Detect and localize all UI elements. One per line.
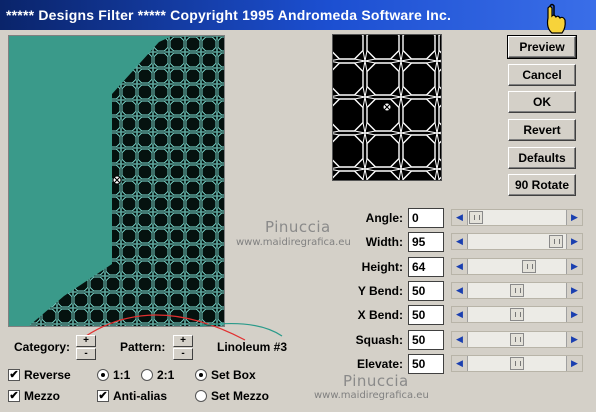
width-slider[interactable]: ◀ ▶ [451, 233, 583, 250]
antialias-checkbox[interactable]: ✔ [97, 390, 109, 402]
rotate-90-button[interactable]: 90 Rotate [508, 174, 576, 196]
category-plus-button[interactable]: + [76, 335, 96, 347]
window-title: ***** Designs Filter ***** Copyright 199… [6, 7, 452, 23]
arrow-left-icon[interactable]: ◀ [452, 332, 468, 347]
arrow-left-icon[interactable]: ◀ [452, 356, 468, 371]
arrow-left-icon[interactable]: ◀ [452, 307, 468, 322]
antialias-label: Anti-alias [113, 389, 168, 403]
y-bend-label: Y Bend: [357, 284, 403, 298]
x-bend-slider[interactable]: ◀ ▶ [451, 306, 583, 323]
defaults-button[interactable]: Defaults [508, 147, 576, 169]
reverse-label: Reverse [24, 368, 71, 382]
mezzo-label: Mezzo [24, 389, 60, 403]
slider-thumb[interactable] [510, 333, 524, 346]
arrow-right-icon[interactable]: ▶ [566, 234, 582, 249]
arrow-left-icon[interactable]: ◀ [452, 234, 468, 249]
ratio-2-1-radio[interactable] [141, 369, 153, 381]
pattern-thumbnail [332, 34, 442, 181]
height-input[interactable]: 64 [408, 257, 444, 277]
slider-thumb[interactable] [510, 357, 524, 370]
arrow-left-icon[interactable]: ◀ [452, 259, 468, 274]
elevate-input[interactable]: 50 [408, 354, 444, 374]
height-slider[interactable]: ◀ ▶ [451, 258, 583, 275]
elevate-label: Elevate: [356, 357, 403, 371]
preview-button[interactable]: Preview [507, 35, 577, 59]
squash-slider[interactable]: ◀ ▶ [451, 331, 583, 348]
pattern-plus-button[interactable]: + [173, 335, 193, 347]
pointing-hand-icon [546, 3, 566, 34]
angle-slider[interactable]: ◀ ▶ [451, 209, 583, 226]
set-box-radio[interactable] [195, 369, 207, 381]
set-box-label: Set Box [211, 368, 256, 382]
squash-label: Squash: [355, 333, 403, 347]
arrow-right-icon[interactable]: ▶ [566, 332, 582, 347]
set-mezzo-label: Set Mezzo [211, 389, 270, 403]
ratio-1-1-label: 1:1 [113, 368, 131, 382]
x-bend-input[interactable]: 50 [408, 305, 444, 325]
watermark-name-2: Pinuccia [343, 372, 409, 390]
set-mezzo-radio[interactable] [195, 390, 207, 402]
pattern-minus-button[interactable]: - [173, 348, 193, 360]
pattern-label: Pattern: [120, 340, 166, 354]
mezzo-checkbox[interactable]: ✔ [8, 390, 20, 402]
reverse-checkbox[interactable]: ✔ [8, 369, 20, 381]
slider-thumb[interactable] [510, 284, 524, 297]
title-bar: ***** Designs Filter ***** Copyright 199… [0, 0, 596, 30]
slider-thumb[interactable] [510, 308, 524, 321]
arrow-right-icon[interactable]: ▶ [566, 259, 582, 274]
ratio-1-1-radio[interactable] [97, 369, 109, 381]
revert-button[interactable]: Revert [508, 119, 576, 141]
arrow-right-icon[interactable]: ▶ [566, 307, 582, 322]
squash-input[interactable]: 50 [408, 330, 444, 350]
slider-thumb[interactable] [522, 260, 536, 273]
cancel-button[interactable]: Cancel [508, 64, 576, 86]
category-minus-button[interactable]: - [76, 348, 96, 360]
arrow-right-icon[interactable]: ▶ [566, 210, 582, 225]
height-label: Height: [361, 260, 403, 274]
category-label: Category: [14, 340, 71, 354]
x-bend-label: X Bend: [357, 308, 403, 322]
arrow-left-icon[interactable]: ◀ [452, 283, 468, 298]
y-bend-input[interactable]: 50 [408, 281, 444, 301]
elevate-slider[interactable]: ◀ ▶ [451, 355, 583, 372]
width-input[interactable]: 95 [408, 232, 444, 252]
main-preview[interactable] [8, 35, 225, 327]
watermark-name: Pinuccia [265, 218, 331, 236]
slider-thumb[interactable] [549, 235, 563, 248]
watermark-url: www.maidiregrafica.eu [236, 237, 351, 248]
arrow-right-icon[interactable]: ▶ [566, 356, 582, 371]
y-bend-slider[interactable]: ◀ ▶ [451, 282, 583, 299]
watermark-url-2: www.maidiregrafica.eu [314, 390, 429, 401]
angle-input[interactable]: 0 [408, 208, 444, 228]
ratio-2-1-label: 2:1 [157, 368, 175, 382]
slider-thumb[interactable] [469, 211, 483, 224]
ok-button[interactable]: OK [508, 91, 576, 113]
arrow-left-icon[interactable]: ◀ [452, 210, 468, 225]
pattern-name: Linoleum #3 [217, 340, 288, 354]
arrow-right-icon[interactable]: ▶ [566, 283, 582, 298]
